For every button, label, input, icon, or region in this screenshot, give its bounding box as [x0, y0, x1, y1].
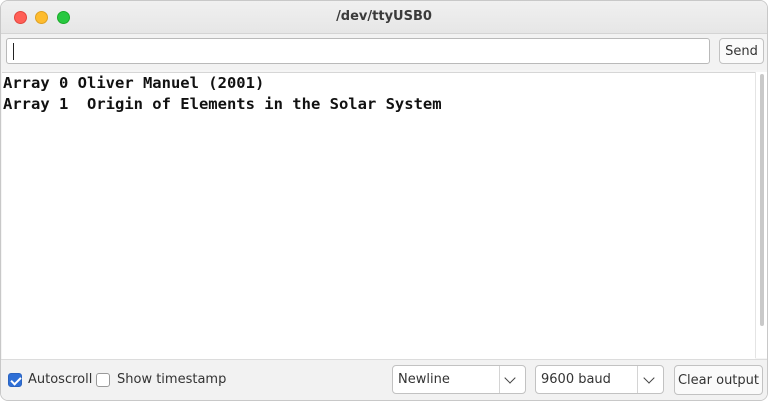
send-button[interactable]: Send: [719, 38, 764, 64]
title-bar: /dev/ttyUSB0: [1, 1, 767, 34]
baud-rate-select[interactable]: 9600 baud: [535, 365, 664, 394]
serial-input[interactable]: [6, 38, 710, 64]
autoscroll-checkbox[interactable]: [8, 373, 22, 387]
serial-monitor-window: /dev/ttyUSB0 Send Array 0 Oliver Manuel …: [0, 0, 768, 401]
window-title: /dev/ttyUSB0: [336, 9, 432, 24]
output-scrollbar[interactable]: [755, 72, 767, 358]
line-ending-select[interactable]: Newline: [392, 365, 526, 394]
scrollbar-thumb[interactable]: [760, 74, 764, 326]
select-divider: [637, 366, 638, 393]
baud-rate-value: 9600 baud: [541, 372, 611, 387]
autoscroll-label[interactable]: Autoscroll: [28, 372, 92, 387]
line-ending-value: Newline: [398, 372, 450, 387]
output-line: Array 0 Oliver Manuel (2001): [3, 74, 265, 92]
clear-output-button[interactable]: Clear output: [674, 365, 763, 395]
serial-output[interactable]: Array 0 Oliver Manuel (2001) Array 1 Ori…: [2, 72, 755, 359]
show-timestamp-label[interactable]: Show timestamp: [117, 372, 226, 387]
text-caret: [13, 43, 14, 60]
footer-bar: Autoscroll Show timestamp Newline 9600 b…: [1, 359, 767, 400]
select-divider: [499, 366, 500, 393]
chevron-down-icon: [504, 372, 516, 384]
show-timestamp-checkbox[interactable]: [96, 373, 110, 387]
output-line: Array 1 Origin of Elements in the Solar …: [3, 95, 442, 113]
send-bar: Send: [1, 34, 767, 70]
chevron-down-icon: [643, 372, 655, 384]
